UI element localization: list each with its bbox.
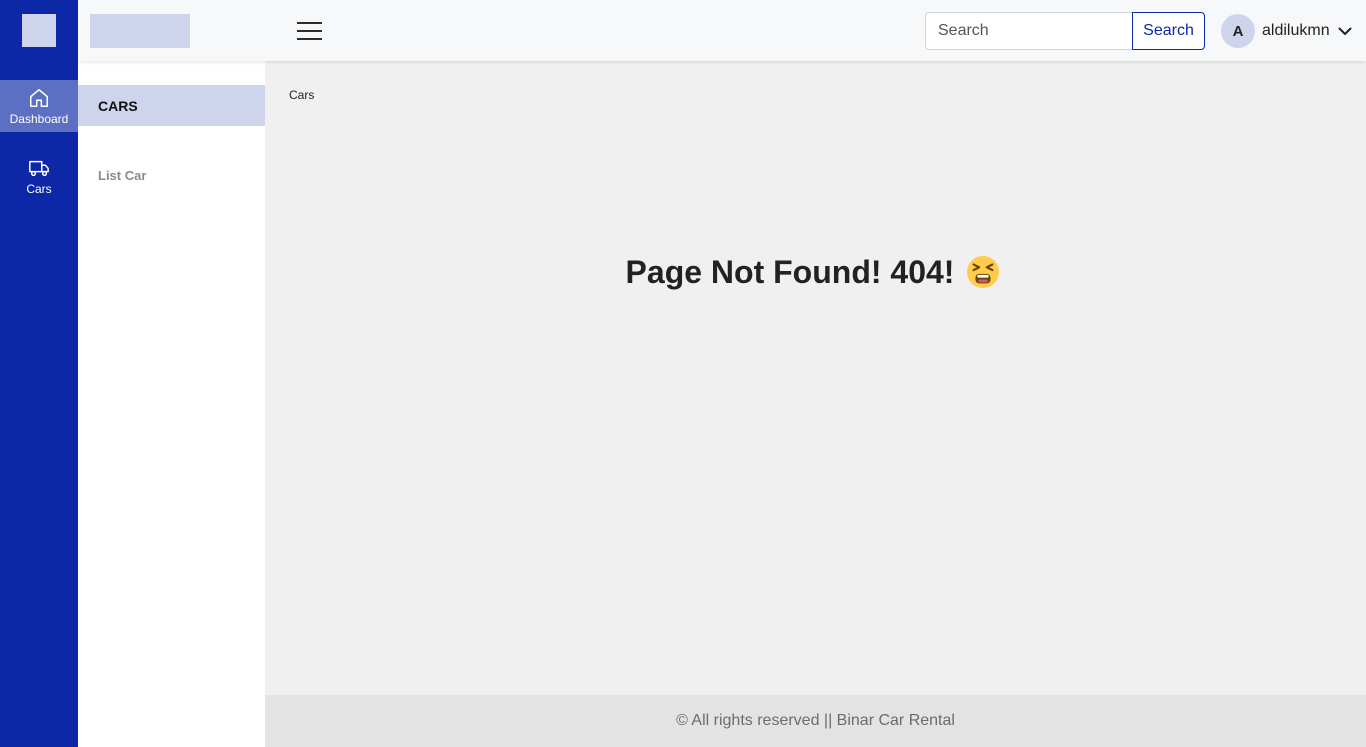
sub-sidebar: CARS List Car (78, 61, 265, 747)
app-logo[interactable] (22, 14, 56, 47)
chevron-down-icon[interactable] (1338, 24, 1352, 38)
search-input[interactable] (925, 12, 1133, 50)
page-title: Page Not Found! 404! (265, 254, 1361, 291)
search-button[interactable]: Search (1132, 12, 1205, 50)
user-name[interactable]: aldilukmn (1262, 22, 1330, 40)
rail-item-dashboard[interactable]: Dashboard (0, 80, 78, 132)
icon-rail: Dashboard Cars (0, 0, 78, 747)
tired-face-icon (967, 255, 1000, 288)
footer-text: © All rights reserved || Binar Car Renta… (676, 712, 955, 729)
home-icon (30, 88, 48, 107)
breadcrumb[interactable]: Cars (289, 88, 314, 102)
main-content: Cars Page Not Found! 404! (265, 61, 1366, 695)
subnav-title: CARS (78, 85, 265, 126)
rail-item-cars[interactable]: Cars (0, 150, 78, 202)
subnav-item-list-car[interactable]: List Car (98, 168, 146, 183)
menu-toggle-icon[interactable] (297, 20, 323, 42)
rail-item-label: Dashboard (9, 111, 69, 126)
footer: © All rights reserved || Binar Car Renta… (265, 695, 1366, 747)
brand-logo[interactable] (90, 14, 190, 48)
rail-item-label: Cars (26, 181, 52, 196)
avatar[interactable]: A (1221, 14, 1255, 48)
truck-icon (29, 160, 49, 176)
top-header: Search A aldilukmn (78, 0, 1366, 61)
not-found-message: Page Not Found! 404! (625, 254, 955, 290)
